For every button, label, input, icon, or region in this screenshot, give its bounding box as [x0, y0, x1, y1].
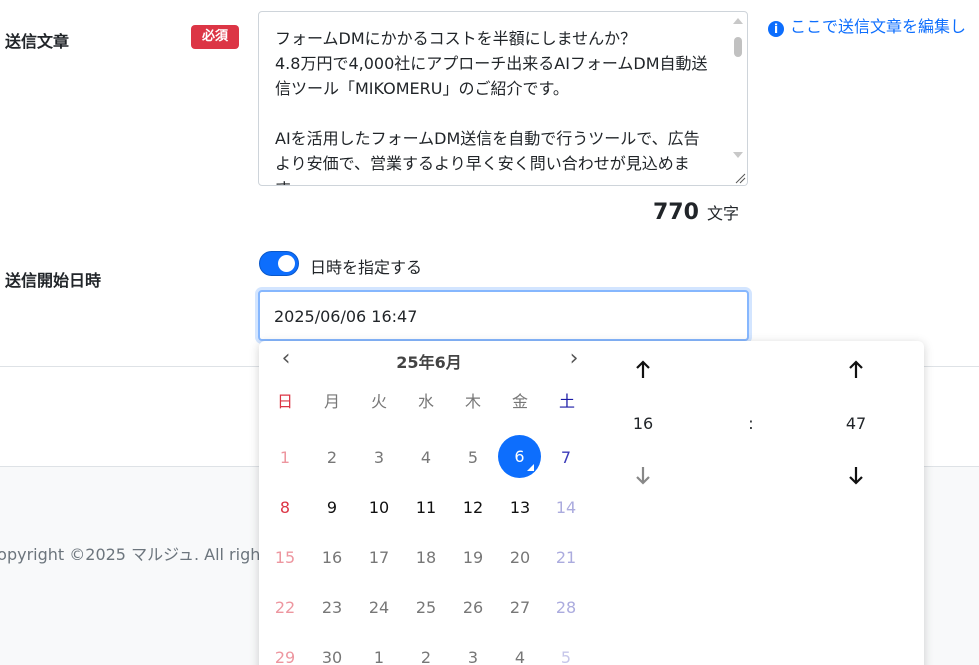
calendar-day[interactable]: 11	[405, 487, 447, 529]
calendar-day[interactable]: 24	[358, 587, 400, 629]
calendar-day[interactable]: 3	[358, 437, 400, 479]
chevron-right-icon[interactable]: ›	[563, 347, 585, 371]
message-textarea[interactable]: フォームDMにかかるコストを半額にしませんか？ 4.8万円で4,000社にアプロ…	[258, 11, 748, 186]
chevron-left-icon[interactable]: ‹	[275, 347, 297, 371]
calendar-day[interactable]: 28	[545, 587, 587, 629]
calendar-day[interactable]: 29	[264, 637, 306, 665]
hour-value[interactable]: 16	[628, 414, 658, 433]
calendar-day[interactable]: 2	[311, 437, 353, 479]
calendar-day[interactable]: 17	[358, 537, 400, 579]
calendar-day[interactable]: 10	[358, 487, 400, 529]
weekday-label: 火	[370, 392, 387, 411]
calendar-day[interactable]: 25	[405, 587, 447, 629]
info-icon: i	[768, 21, 784, 37]
calendar-day[interactable]: 15	[264, 537, 306, 579]
minute-value[interactable]: 47	[841, 414, 871, 433]
calendar-day[interactable]: 3	[452, 637, 494, 665]
calendar-day[interactable]: 9	[311, 487, 353, 529]
weekday-label: 金	[511, 392, 528, 411]
calendar-day[interactable]: 2	[405, 637, 447, 665]
calendar-day[interactable]: 13	[499, 487, 541, 529]
weekday-label: 木	[464, 392, 481, 411]
toggle-knob	[278, 255, 295, 272]
calendar-day[interactable]: 8	[264, 487, 306, 529]
calendar-day[interactable]: 20	[499, 537, 541, 579]
weekday-label: 月	[323, 392, 340, 411]
message-text[interactable]: フォームDMにかかるコストを半額にしませんか？ 4.8万円で4,000社にアプロ…	[275, 26, 715, 185]
scroll-thumb[interactable]	[734, 37, 742, 57]
weekday-label: 土	[558, 392, 575, 411]
calendar-day[interactable]: 1	[264, 437, 306, 479]
datetime-toggle[interactable]	[259, 251, 299, 276]
resize-handle-icon[interactable]	[732, 170, 746, 184]
scroll-up-arrow-icon[interactable]	[733, 18, 743, 24]
calendar-day[interactable]: 26	[452, 587, 494, 629]
datetime-input[interactable]	[274, 304, 734, 328]
calendar-day[interactable]: 22	[264, 587, 306, 629]
datetime-field[interactable]	[258, 290, 749, 341]
edit-message-link-label: ここで送信文章を編集し	[790, 17, 967, 36]
scroll-down-arrow-icon[interactable]	[733, 152, 743, 158]
textarea-scrollbar[interactable]	[730, 13, 746, 185]
minute-down-arrow-icon[interactable]	[844, 463, 868, 487]
calendar-day[interactable]: 1	[358, 637, 400, 665]
calendar-day[interactable]: 4	[499, 637, 541, 665]
calendar-day[interactable]: 5	[545, 637, 587, 665]
char-count: 770 文字	[653, 200, 739, 225]
calendar-day[interactable]: 30	[311, 637, 353, 665]
calendar-day[interactable]: 18	[405, 537, 447, 579]
calendar-day[interactable]: 4	[405, 437, 447, 479]
edit-message-link[interactable]: i ここで送信文章を編集し	[768, 13, 966, 37]
time-separator: :	[748, 414, 754, 433]
minute-up-arrow-icon[interactable]	[844, 358, 868, 382]
datetime-picker: ‹ 25年6月 › 日 月 火 水 木 金 土 1 2 3 4 5 6 7 8 …	[259, 341, 924, 665]
char-count-unit: 文字	[706, 204, 739, 223]
calendar-day[interactable]: 7	[545, 437, 587, 479]
calendar-day-selected[interactable]: 6	[498, 435, 541, 478]
hour-down-arrow-icon[interactable]	[631, 463, 655, 487]
char-count-value: 770	[653, 200, 699, 225]
calendar-day[interactable]: 12	[452, 487, 494, 529]
weekday-label: 水	[417, 392, 434, 411]
calendar-day[interactable]: 19	[452, 537, 494, 579]
calendar-day[interactable]: 5	[452, 437, 494, 479]
calendar-day[interactable]: 21	[545, 537, 587, 579]
calendar-day[interactable]: 14	[545, 487, 587, 529]
weekday-label: 日	[276, 392, 293, 411]
datetime-toggle-label[interactable]: 日時を指定する	[310, 254, 422, 278]
start-datetime-label: 送信開始日時	[5, 271, 102, 290]
required-badge: 必須	[191, 25, 239, 49]
calendar-day[interactable]: 23	[311, 587, 353, 629]
hour-up-arrow-icon[interactable]	[631, 358, 655, 382]
picker-month-title: 25年6月	[396, 353, 462, 372]
calendar-day[interactable]: 16	[311, 537, 353, 579]
message-label: 送信文章	[5, 32, 70, 51]
calendar-day[interactable]: 27	[499, 587, 541, 629]
